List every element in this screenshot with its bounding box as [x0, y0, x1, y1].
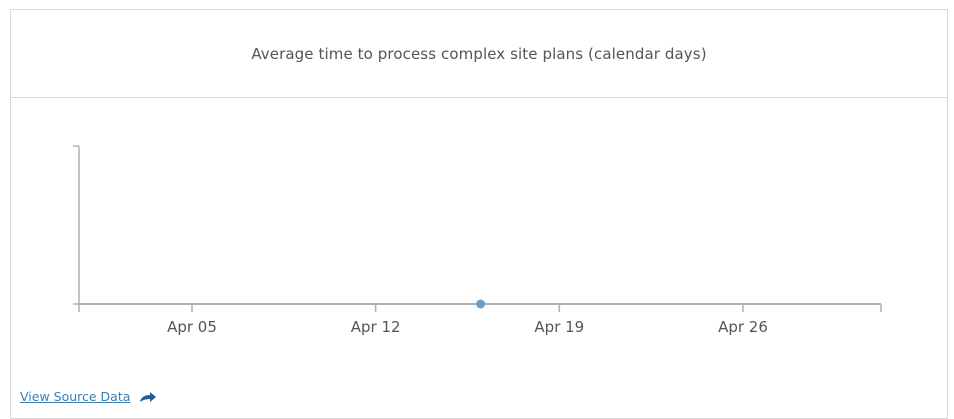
data-point[interactable] [476, 299, 486, 309]
x-tick-label: Apr 19 [534, 318, 584, 336]
view-source-data-link[interactable]: View Source Data [20, 389, 158, 404]
x-tick-label: Apr 26 [718, 318, 768, 336]
x-tick-label: Apr 12 [351, 318, 401, 336]
chart-plot: Apr 05 Apr 12 Apr 19 Apr 26 [73, 145, 882, 336]
view-source-data-label: View Source Data [20, 389, 131, 404]
share-arrow-icon [140, 391, 157, 402]
x-tick-label: Apr 05 [167, 318, 217, 336]
